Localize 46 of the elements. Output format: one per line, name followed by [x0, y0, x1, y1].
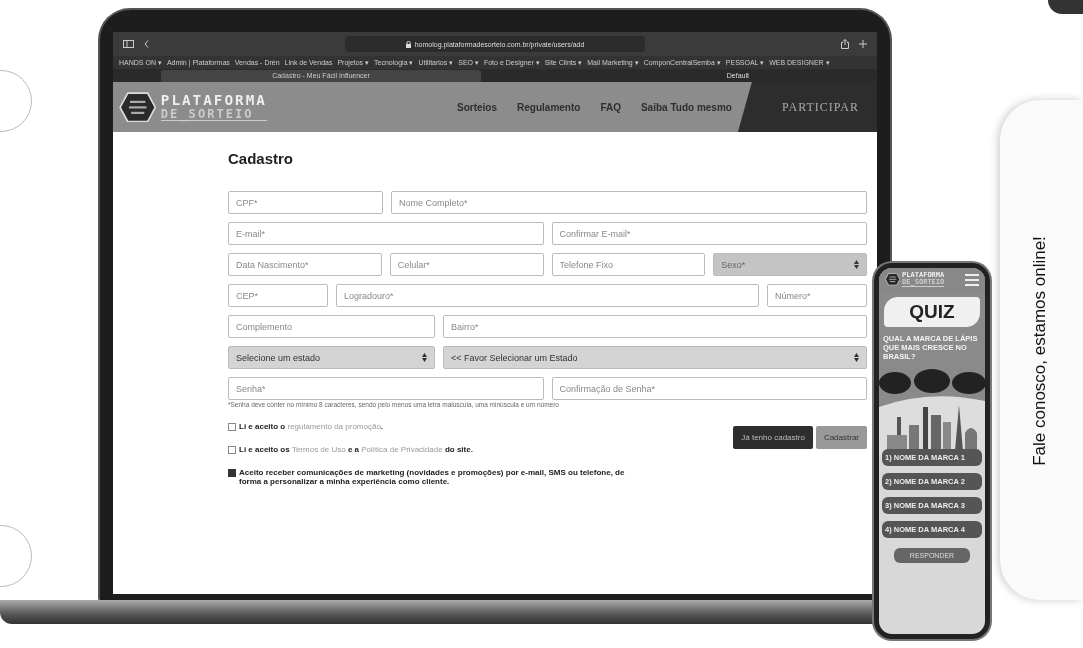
hexagon-logo-icon [119, 91, 157, 123]
chat-tab-panel[interactable]: Fale conosco, estamos online! [1000, 100, 1083, 600]
logo-subtext: DE_SORTEIO [160, 107, 267, 121]
plus-icon[interactable] [859, 40, 867, 48]
nav-link[interactable]: FAQ [600, 101, 621, 113]
lock-icon [405, 40, 411, 48]
select-arrows-icon [422, 353, 427, 362]
sidebar-icon[interactable] [123, 40, 134, 48]
text-field[interactable]: Logradouro* [336, 284, 759, 307]
text-field[interactable]: CEP* [228, 284, 328, 307]
text-field[interactable]: Data Nascimento* [228, 253, 382, 276]
text-field[interactable]: Senha* [228, 377, 544, 400]
text-field[interactable]: Confirmação de Senha* [551, 377, 867, 400]
text-field[interactable]: Nome Completo* [391, 191, 867, 214]
login-button[interactable]: Já tenho cadastro [733, 426, 813, 449]
text-field[interactable]: Bairro* [443, 315, 867, 338]
checkbox[interactable] [228, 446, 236, 454]
nav-link[interactable]: Sorteios [457, 101, 498, 113]
select-field[interactable]: Selecione um estado [228, 346, 435, 369]
select-arrows-icon [854, 260, 859, 269]
consent-text: Li e aceito o regulamento da promoção. [239, 422, 384, 431]
consent-text: Li e aceito os Termos de Uso e a Política de Privacidade do site. [239, 445, 473, 454]
text-field[interactable]: Número* [767, 284, 867, 307]
checkbox[interactable] [228, 423, 236, 431]
text-field[interactable]: Complemento [228, 315, 435, 338]
checkbox[interactable] [228, 469, 236, 477]
submit-button[interactable]: Cadastrar [815, 426, 867, 449]
share-icon[interactable] [841, 39, 849, 49]
hexagon-logo-icon [885, 273, 901, 286]
consent-text: Aceito receber comunicações de marketing (novidades e promoções) por e-mail, SMS ou telefone, de forma a personalizar a minha experiência como cliente. [239, 468, 626, 486]
text-field[interactable]: Celular* [389, 253, 544, 276]
nav-link[interactable]: Regulamento [517, 101, 581, 113]
page-title: Cadastro [228, 150, 295, 167]
back-icon[interactable] [144, 40, 149, 48]
text-field[interactable]: Telefone Fixo [551, 253, 706, 276]
chat-tab-label[interactable]: Fale conosco, estamos online! [1030, 236, 1050, 466]
select-field[interactable]: << Favor Selecionar um Estado [443, 346, 867, 369]
nav-link[interactable]: Saiba Tudo mesmo [640, 101, 732, 113]
select-arrows-icon [854, 353, 859, 362]
quiz-title: QUIZ [884, 297, 980, 327]
logo-text: PLATAFORMA [160, 93, 267, 108]
text-field[interactable]: CPF* [228, 191, 383, 214]
text-field[interactable]: Confirmar E-mail* [551, 222, 867, 245]
text-field[interactable]: E-mail* [228, 222, 544, 245]
participate-button[interactable]: PARTICIPAR [737, 82, 877, 132]
menu-icon[interactable] [965, 273, 979, 286]
